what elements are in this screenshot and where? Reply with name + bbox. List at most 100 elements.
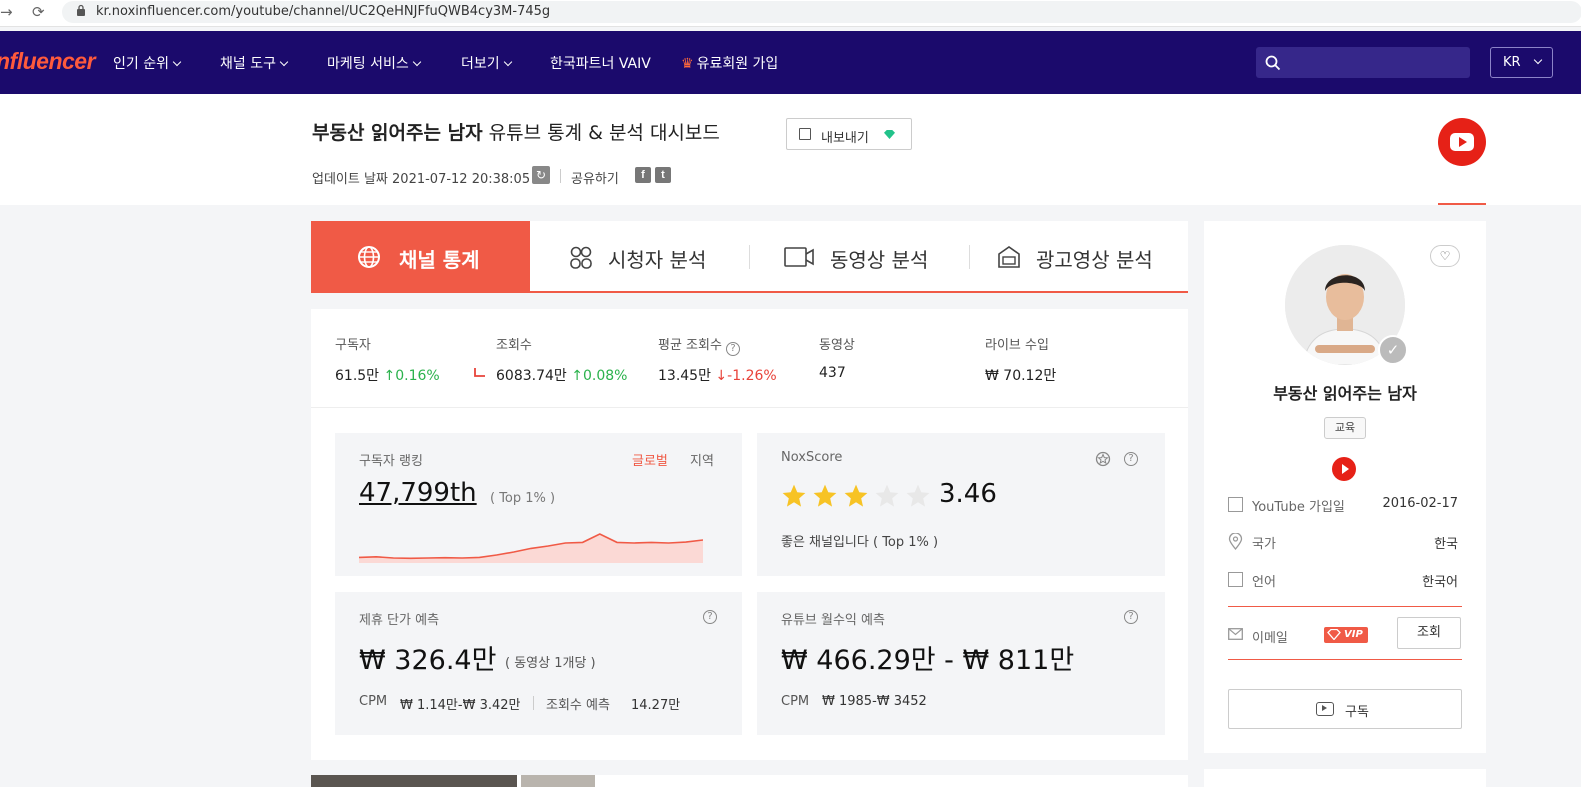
views-forecast-value: 14.27만 xyxy=(631,698,681,713)
star-icon xyxy=(782,484,806,507)
users-icon xyxy=(570,246,592,269)
reload-icon[interactable]: ⟳ xyxy=(32,3,45,21)
video-thumbnail[interactable] xyxy=(311,775,517,787)
ranking-region-toggle[interactable]: 지역 xyxy=(690,450,714,469)
chevron-down-icon xyxy=(172,57,182,67)
facebook-icon[interactable]: f xyxy=(635,167,651,183)
platform-selected-indicator xyxy=(1438,203,1486,205)
search-icon xyxy=(1265,55,1281,71)
share-label: 공유하기 xyxy=(571,172,619,187)
refresh-icon[interactable]: ↻ xyxy=(532,166,550,184)
youtube-play-icon xyxy=(1316,702,1334,716)
monthly-value: ₩ 466.29만 - ₩ 811만 xyxy=(781,645,1075,676)
join-date-row: YouTube 가입일 2016-02-17 xyxy=(1228,494,1462,516)
channel-name: 부동산 읽어주는 남자 xyxy=(1273,384,1417,403)
menu-channel-tools[interactable]: 채널 도구 xyxy=(220,53,289,73)
divider xyxy=(1228,659,1462,660)
email-lookup-button[interactable]: 조회 xyxy=(1397,617,1461,649)
live-income-value: ₩ 70.12만 xyxy=(985,368,1057,384)
video-camera-icon xyxy=(784,247,814,267)
help-icon[interactable]: ? xyxy=(726,342,741,356)
crown-icon: ♛ xyxy=(681,56,694,72)
language-row: 언어 한국어 xyxy=(1228,569,1462,591)
search-input[interactable] xyxy=(1256,47,1470,78)
site-logo[interactable]: nfluencer xyxy=(0,48,96,75)
monthly-cpm-label: CPM xyxy=(781,694,810,709)
divider xyxy=(1228,606,1462,607)
youtube-platform-icon[interactable] xyxy=(1438,118,1486,166)
ranking-top-percent: ( Top 1% ) xyxy=(490,491,556,506)
views-forecast-label: 조회수 예측 xyxy=(546,698,610,713)
avg-views-label: 평균 조회수 ? xyxy=(658,334,741,356)
avg-views-value: 13.45만 ↓-1.26% xyxy=(658,368,777,384)
twitter-icon[interactable]: t xyxy=(655,167,671,183)
divider xyxy=(533,696,534,710)
partnership-price-card: 제휴 단가 예측 ? ₩ 326.4만 ( 동영상 1개당 ) CPM ₩ 1.… xyxy=(335,592,742,735)
lock-icon xyxy=(77,4,85,16)
cpm-value: ₩ 1.14만-₩ 3.42만 xyxy=(400,698,521,713)
menu-korea-partner[interactable]: 한국파트너 VAIV xyxy=(550,53,651,73)
help-icon[interactable]: ? xyxy=(1124,452,1138,466)
export-button[interactable]: 내보내기 xyxy=(786,118,912,150)
language-select[interactable]: KR xyxy=(1490,47,1553,78)
noxscore-label: NoxScore xyxy=(781,450,843,465)
star-icon xyxy=(813,484,837,507)
youtube-icon[interactable] xyxy=(1332,457,1356,481)
menu-popular-ranking[interactable]: 인기 순위 xyxy=(113,53,182,73)
channel-stats-panel: 구독자 61.5만 ↑0.16% 조회수 6083.74만 ↑0.08% 평균 … xyxy=(311,309,1188,760)
help-icon[interactable]: ? xyxy=(1124,610,1138,624)
subscribe-button[interactable]: 구독 xyxy=(1228,689,1462,729)
category-tag[interactable]: 교육 xyxy=(1324,417,1366,439)
ranking-label: 구독자 랭킹 xyxy=(359,454,423,469)
badge-icon[interactable] xyxy=(1095,451,1111,467)
noxscore-description: 좋은 채널입니다 ( Top 1% ) xyxy=(781,535,939,550)
menu-premium-signup[interactable]: ♛ 유료회원 가입 xyxy=(681,53,778,73)
videos-value: 437 xyxy=(819,365,846,381)
analysis-tabs: 채널 통계 시청자 분석 동영상 분석 광고영상 분석 xyxy=(311,221,1188,293)
tab-audience-analysis[interactable]: 시청자 분석 xyxy=(530,221,749,291)
ranking-trend-chart xyxy=(359,533,703,563)
browser-toolbar: → ⟳ kr.noxinfluencer.com/youtube/channel… xyxy=(0,0,1581,27)
tab-ad-video-analysis[interactable]: 광고영상 분석 xyxy=(970,221,1188,291)
ranking-value[interactable]: 47,799th xyxy=(359,478,477,508)
favorite-button[interactable]: ♡ xyxy=(1430,245,1460,267)
channel-profile-panel: ♡ ✓ 부동산 읽어주는 남자 교육 YouTube 가입일 2016-02-1… xyxy=(1204,221,1486,753)
subscriber-ranking-card: 구독자 랭킹 글로벌 지역 47,799th ( Top 1% ) xyxy=(335,433,742,576)
diamond-icon xyxy=(884,130,895,139)
divider xyxy=(311,407,1188,408)
tab-video-analysis[interactable]: 동영상 분석 xyxy=(750,221,969,291)
heart-icon: ♡ xyxy=(1439,249,1451,263)
star-icon xyxy=(875,484,899,507)
video-thumbnail[interactable] xyxy=(521,775,595,787)
monthly-label: 유튜브 월수익 예측 xyxy=(781,613,885,628)
partnership-unit: ( 동영상 1개당 ) xyxy=(505,656,596,671)
menu-marketing-service[interactable]: 마케팅 서비스 xyxy=(327,53,421,73)
menu-more[interactable]: 더보기 xyxy=(461,53,512,73)
top-navigation: nfluencer 인기 순위 채널 도구 마케팅 서비스 더보기 한국파트너 … xyxy=(0,31,1581,94)
arrow-up-icon: ↑ xyxy=(383,368,396,384)
star-icon xyxy=(906,484,930,507)
calendar-icon xyxy=(1228,497,1243,512)
cpm-label: CPM xyxy=(359,694,388,709)
live-income-label: 라이브 수입 xyxy=(985,338,1049,353)
verified-shield-icon: ✓ xyxy=(1378,335,1408,365)
updated-date: 업데이트 날짜 2021-07-12 20:38:05 xyxy=(312,172,531,187)
ranking-global-toggle[interactable]: 글로벌 xyxy=(632,450,668,469)
chevron-down-icon xyxy=(503,57,512,67)
partnership-label: 제휴 단가 예측 xyxy=(359,613,440,628)
help-icon[interactable]: ? xyxy=(703,610,717,624)
chevron-down-icon xyxy=(279,57,289,67)
chevron-down-icon xyxy=(1533,55,1543,65)
location-pin-icon xyxy=(1228,533,1243,550)
noxscore-stars xyxy=(781,483,936,509)
monthly-cpm-value: ₩ 1985-₩ 3452 xyxy=(822,694,927,709)
language-icon xyxy=(1228,572,1243,587)
partnership-value: ₩ 326.4만 xyxy=(359,645,497,676)
url-text[interactable]: kr.noxinfluencer.com/youtube/channel/UC2… xyxy=(96,4,550,19)
tab-channel-stats[interactable]: 채널 통계 xyxy=(311,221,530,291)
ad-video-icon xyxy=(998,246,1020,268)
back-arrow-icon[interactable]: → xyxy=(0,3,13,21)
globe-icon xyxy=(358,246,380,268)
trend-icon xyxy=(474,368,485,377)
views-value: 6083.74만 ↑0.08% xyxy=(496,368,628,384)
